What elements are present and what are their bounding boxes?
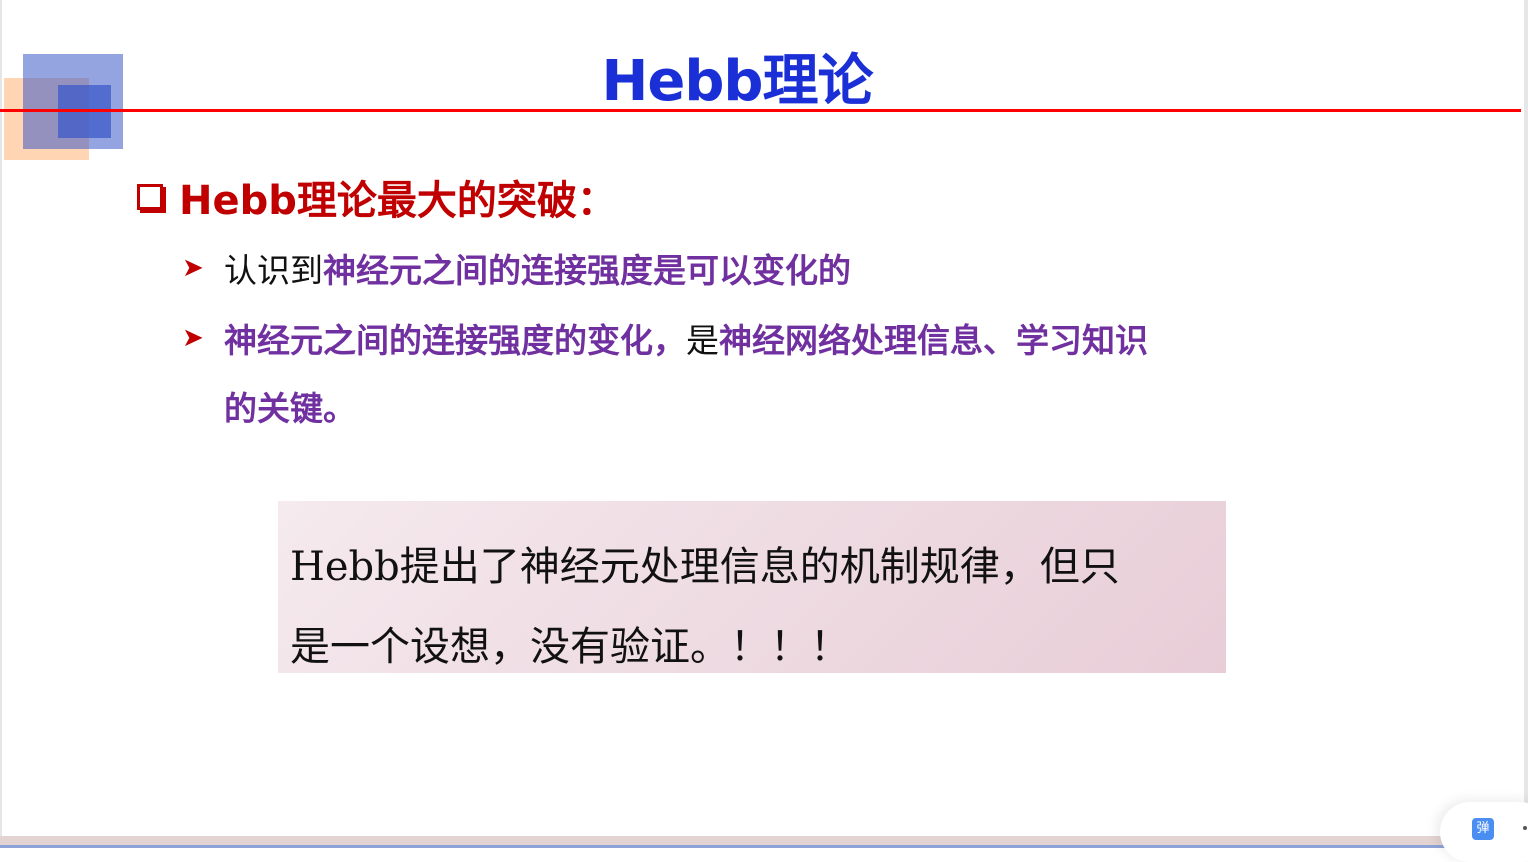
bullet-1: ➤ 认识到 神经元之间的连接强度是可以变化的 xyxy=(182,244,851,292)
window-edge-left xyxy=(0,0,2,848)
slide-title: Hebb理论 xyxy=(601,49,873,114)
heading-text: Hebb理论最大的突破： xyxy=(179,178,617,224)
bullet-1-highlight: 神经元之间的连接强度是可以变化的 xyxy=(323,251,851,290)
note-line-1: Hebb提出了神经元处理信息的机制规律，但只 xyxy=(290,544,1120,590)
bullet-2-line-2: 的关键。 xyxy=(224,382,356,430)
bottom-bar xyxy=(0,836,1528,848)
bullet-2-highlight-1: 神经元之间的连接强度的变化， xyxy=(224,321,686,360)
danmu-button[interactable]: 弹 xyxy=(1472,818,1494,840)
bullet-2: ➤ 神经元之间的连接强度的变化，是神经网络处理信息、学习知识 xyxy=(182,314,1148,362)
checkbox-bullet-icon xyxy=(137,184,163,210)
bullet-2-line-2-text: 的关键。 xyxy=(224,389,356,428)
section-heading: Hebb理论最大的突破： xyxy=(137,168,617,226)
note-line-2: 是一个设想，没有验证。！！！ xyxy=(290,624,850,670)
arrow-bullet-icon: ➤ xyxy=(182,323,204,353)
window-edge-right xyxy=(1524,0,1528,848)
bullet-2-highlight-2: 神经网络处理信息、学习知识 xyxy=(719,321,1148,360)
more-dot-icon[interactable] xyxy=(1523,826,1527,830)
note-box: Hebb提出了神经元处理信息的机制规律，但只 是一个设想，没有验证。！！！ xyxy=(278,501,1226,673)
bullet-1-plain: 认识到 xyxy=(224,251,323,290)
arrow-bullet-icon: ➤ xyxy=(182,253,204,283)
bullet-2-plain: 是 xyxy=(686,321,719,360)
